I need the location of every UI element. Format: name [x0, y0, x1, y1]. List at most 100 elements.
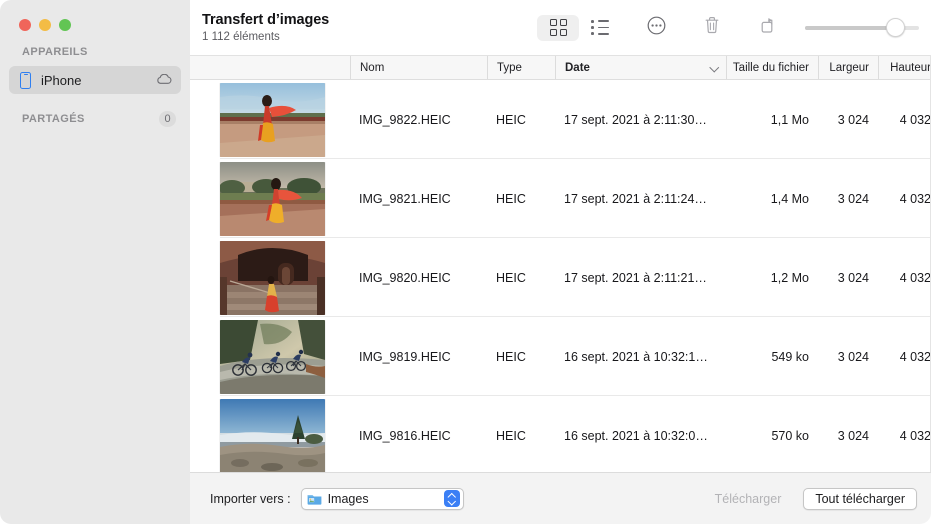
- thumbnail-tree-above-clouds-at-summit: [220, 398, 325, 472]
- ellipsis-circle-icon: [647, 16, 666, 40]
- sidebar-item-iphone-label: iPhone: [41, 72, 82, 88]
- delete-button[interactable]: [691, 15, 733, 41]
- popup-stepper-icon[interactable]: [443, 490, 460, 507]
- row-thumbnail-cell: [190, 398, 350, 472]
- row-date-cell: 17 sept. 2021 à 2:11:30…: [564, 112, 707, 127]
- row-height-cell: 4 032: [899, 428, 931, 443]
- download-all-button[interactable]: Tout télécharger: [803, 487, 917, 510]
- column-header-file-size[interactable]: Taille du fichier: [726, 56, 818, 79]
- sidebar-section-devices: APPAREILS: [0, 43, 190, 61]
- sidebar-item-iphone[interactable]: iPhone: [9, 66, 181, 94]
- column-header-height-label: Hauteur: [890, 61, 931, 74]
- bottom-bar: Importer vers : Images Télécharger Tout …: [190, 472, 931, 524]
- list-view-button[interactable]: [579, 15, 621, 41]
- row-file-size-cell: 1,1 Mo: [770, 112, 809, 127]
- row-name-cell: IMG_9821.HEIC: [359, 191, 451, 206]
- row-height-cell: 4 032: [899, 349, 931, 364]
- row-thumbnail-cell: [190, 161, 350, 236]
- main-area: Transfert d’images 1 112 éléments Nom Ty…: [190, 0, 931, 524]
- row-type-cell: HEIC: [496, 428, 526, 443]
- row-name-cell: IMG_9820.HEIC: [359, 270, 451, 285]
- thumbnail-woman-in-sari-overlooking-park: [220, 161, 325, 236]
- chevron-down-icon: [711, 64, 718, 71]
- slider-knob[interactable]: [885, 18, 905, 37]
- thumbnail-cyclists-on-misty-road: [220, 319, 325, 394]
- row-file-size-cell: 1,4 Mo: [770, 191, 809, 206]
- row-height-cell: 4 032: [899, 112, 931, 127]
- table-row[interactable]: IMG_9819.HEIC HEIC 16 sept. 2021 à 10:32…: [190, 317, 931, 396]
- grid-view-button[interactable]: [537, 14, 579, 41]
- thumbnail-woman-on-stone-staircase: [220, 240, 325, 315]
- row-width-cell: 3 024: [837, 428, 869, 443]
- list-icon: [591, 20, 609, 35]
- chevron-up-icon: [448, 493, 455, 497]
- toolbar: Transfert d’images 1 112 éléments: [190, 0, 931, 55]
- bottom-buttons: Télécharger Tout télécharger: [703, 487, 917, 510]
- column-header-thumbnail[interactable]: [190, 56, 350, 79]
- sidebar: APPAREILS iPhone PARTAGÉS 0: [0, 0, 190, 524]
- file-list[interactable]: IMG_9822.HEIC HEIC 17 sept. 2021 à 2:11:…: [190, 80, 931, 472]
- row-height-cell: 4 032: [899, 270, 931, 285]
- row-file-size-cell: 570 ko: [771, 428, 809, 443]
- toolbar-controls: [537, 0, 921, 55]
- row-name-cell: IMG_9822.HEIC: [359, 112, 451, 127]
- row-thumbnail-cell: [190, 240, 350, 315]
- table-row[interactable]: IMG_9816.HEIC HEIC 16 sept. 2021 à 10:32…: [190, 396, 931, 472]
- column-header-type-label: Type: [497, 61, 522, 74]
- row-type-cell: HEIC: [496, 349, 526, 364]
- import-destination-popup[interactable]: Images: [300, 487, 464, 510]
- row-type-cell: HEIC: [496, 191, 526, 206]
- column-header-name[interactable]: Nom: [350, 56, 487, 79]
- trash-icon: [703, 15, 721, 40]
- row-type-cell: HEIC: [496, 270, 526, 285]
- shared-count-badge: 0: [159, 111, 176, 127]
- column-header-width-label: Largeur: [829, 61, 869, 74]
- row-date-cell: 16 sept. 2021 à 10:32:1…: [564, 349, 708, 364]
- iphone-icon: [20, 71, 31, 89]
- row-date-cell: 17 sept. 2021 à 2:11:21…: [564, 270, 707, 285]
- pictures-folder-icon: [307, 493, 322, 505]
- row-width-cell: 3 024: [837, 191, 869, 206]
- download-button[interactable]: Télécharger: [703, 488, 794, 510]
- rotate-button[interactable]: [747, 15, 789, 41]
- column-header-file-size-label: Taille du fichier: [732, 61, 809, 74]
- import-destination-value: Images: [327, 491, 369, 506]
- column-header-height[interactable]: Hauteur: [878, 56, 931, 79]
- column-header-type[interactable]: Type: [487, 56, 555, 79]
- row-thumbnail-cell: [190, 319, 350, 394]
- more-options-button[interactable]: [635, 15, 677, 41]
- table-row[interactable]: IMG_9821.HEIC HEIC 17 sept. 2021 à 2:11:…: [190, 159, 931, 238]
- row-type-cell: HEIC: [496, 112, 526, 127]
- slider-fill: [805, 25, 896, 30]
- row-thumbnail-cell: [190, 82, 350, 157]
- minimize-button[interactable]: [39, 19, 51, 31]
- sidebar-section-shared: PARTAGÉS 0: [0, 110, 190, 128]
- table-row[interactable]: IMG_9822.HEIC HEIC 17 sept. 2021 à 2:11:…: [190, 80, 931, 159]
- maximize-button[interactable]: [59, 19, 71, 31]
- row-width-cell: 3 024: [837, 112, 869, 127]
- column-header-date-label: Date: [565, 61, 590, 74]
- item-count-label: 1 112 éléments: [202, 30, 280, 43]
- cloud-icon[interactable]: [156, 73, 172, 88]
- grid-icon: [549, 19, 567, 36]
- row-width-cell: 3 024: [837, 349, 869, 364]
- column-header-width[interactable]: Largeur: [818, 56, 878, 79]
- row-file-size-cell: 1,2 Mo: [770, 270, 809, 285]
- table-column-header: Nom Type Date Taille du fichier Largeur …: [190, 55, 931, 80]
- row-name-cell: IMG_9819.HEIC: [359, 349, 451, 364]
- title-block: Transfert d’images 1 112 éléments: [202, 11, 329, 45]
- image-capture-window: APPAREILS iPhone PARTAGÉS 0 Transfert d’…: [0, 0, 931, 524]
- row-height-cell: 4 032: [899, 191, 931, 206]
- table-row[interactable]: IMG_9820.HEIC HEIC 17 sept. 2021 à 2:11:…: [190, 238, 931, 317]
- row-file-size-cell: 549 ko: [771, 349, 809, 364]
- close-button[interactable]: [19, 19, 31, 31]
- row-date-cell: 16 sept. 2021 à 10:32:0…: [564, 428, 708, 443]
- row-width-cell: 3 024: [837, 270, 869, 285]
- sidebar-section-shared-label: PARTAGÉS: [22, 113, 85, 125]
- rotate-icon: [759, 16, 778, 40]
- thumbnail-size-slider[interactable]: [803, 15, 921, 41]
- row-name-cell: IMG_9816.HEIC: [359, 428, 451, 443]
- window-controls: [19, 19, 71, 31]
- column-header-date[interactable]: Date: [555, 56, 726, 79]
- column-header-name-label: Nom: [360, 61, 385, 74]
